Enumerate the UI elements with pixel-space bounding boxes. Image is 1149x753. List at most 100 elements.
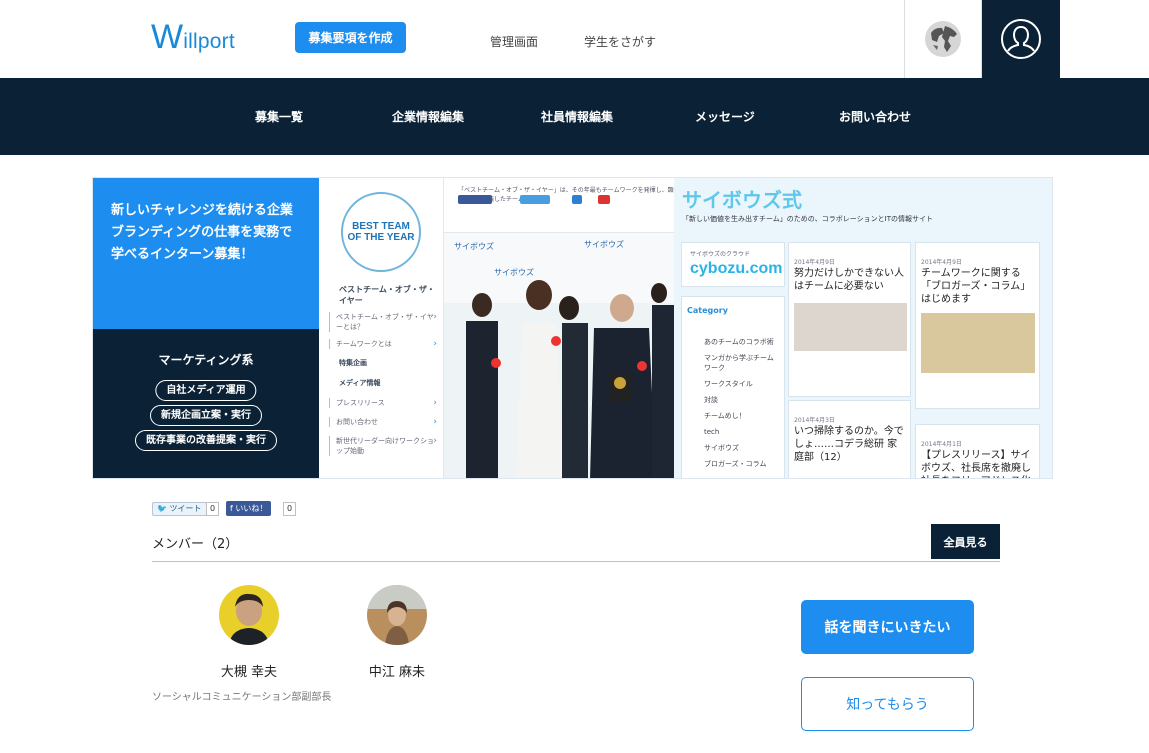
category-item: あのチームのコラボ術	[704, 338, 774, 346]
side-row: ベストチーム・オブ・ザ・イヤー	[323, 284, 439, 306]
avatar[interactable]	[219, 585, 279, 645]
side-row: ベストチーム・オブ・ザ・イヤーとは？ ›	[329, 312, 437, 332]
chevron-right-icon: ›	[433, 436, 437, 446]
nav-messages[interactable]: メッセージ	[695, 108, 755, 125]
banner-headline: 新しいチャレンジを続ける企業 ブランディングの仕事を実務で 学べるインターン募集…	[93, 178, 319, 329]
side-text: お問い合わせ	[336, 418, 378, 426]
category-item: チームめし！	[704, 412, 746, 420]
chevron-right-icon: ›	[433, 398, 437, 408]
category-item: サイボウズ	[704, 444, 739, 452]
svg-text:サイボウズ: サイボウズ	[584, 239, 624, 249]
article-card: 2014年4月9日 努力だけしかできない人はチームに必要ない	[788, 242, 911, 397]
member-photo	[367, 585, 427, 645]
tag-pill: 新規企画立案・実行	[150, 405, 262, 426]
view-all-members-button[interactable]: 全員見る	[931, 524, 1000, 559]
member-name[interactable]: 中江 麻未	[337, 661, 457, 680]
side-row: 新世代リーダー向けワークショップ始動 ›	[329, 436, 437, 456]
category-card: Category あのチームのコラボ術 マンガから学ぶチームワーク ワークスタイ…	[681, 296, 785, 478]
article-image	[921, 313, 1035, 373]
social-widget	[520, 195, 550, 204]
svg-text:サイボウズ: サイボウズ	[494, 267, 534, 277]
category-heading: Category	[687, 306, 728, 315]
tweet-label: ツイート	[169, 504, 202, 513]
nav-contact[interactable]: お問い合わせ	[839, 108, 911, 125]
chevron-right-icon: ›	[433, 417, 437, 427]
social-widget	[598, 195, 610, 204]
article-date: 2014年4月9日	[921, 259, 962, 266]
tweet-button[interactable]: 🐦 ツイート	[152, 502, 207, 516]
banner-screenshot-photo: 「ベストチーム・オブ・ザ・イヤー」は、その年最もチームワークを発揮し、顕著な業績…	[444, 178, 674, 478]
article-title: 努力だけしかできない人はチームに必要ない	[794, 268, 904, 292]
chevron-right-icon: ›	[433, 312, 437, 322]
nav-company-edit[interactable]: 企業情報編集	[392, 108, 464, 125]
like-count: 0	[283, 502, 297, 516]
cybozu-logo: cybozu.com	[690, 260, 783, 277]
best-team-badge: BEST TEAM OF THE YEAR	[341, 192, 421, 272]
article-image	[794, 303, 907, 351]
admin-link[interactable]: 管理画面	[490, 33, 538, 50]
social-widget	[458, 195, 492, 204]
article-date: 2014年4月1日	[921, 441, 962, 448]
nav-employee-edit[interactable]: 社員情報編集	[541, 108, 613, 125]
headline-line: 学べるインターン募集！	[111, 247, 254, 262]
facebook-icon: f	[230, 504, 233, 513]
get-known-button[interactable]: 知ってもらう	[801, 677, 974, 731]
nav-recruitment-list[interactable]: 募集一覧	[255, 108, 303, 125]
article-card: 2014年4月1日 【プレスリリース】サイボウズ、社長席を撤廃し社長をフリーアド…	[915, 424, 1040, 478]
members-title: メンバー（2）	[152, 537, 239, 552]
category-title: マーケティング系	[158, 353, 254, 367]
avatar[interactable]	[367, 585, 427, 645]
member-role: ソーシャルコミュニケーション部副部長	[152, 692, 332, 703]
side-text: 特集企画	[339, 359, 367, 367]
headline-line: ブランディングの仕事を実務で	[111, 225, 293, 240]
like-button[interactable]: f いいね！	[226, 501, 272, 516]
article-date: 2014年4月3日	[794, 417, 835, 424]
side-text: ベストチーム・オブ・ザ・イヤー	[339, 285, 435, 305]
side-text: チームワークとは	[336, 340, 392, 348]
user-icon	[1001, 19, 1041, 59]
article-date: 2014年4月9日	[794, 259, 835, 266]
language-button[interactable]	[904, 0, 982, 78]
side-text: プレスリリース	[336, 399, 385, 407]
tag-pill: 自社メディア運用	[155, 380, 257, 401]
category-item: ワークスタイル	[704, 380, 753, 388]
site-title: サイボウズ式	[682, 188, 802, 212]
site-subtitle: 「新しい価値を生み出すチーム」のための、コラボレーションとITの情報サイト	[682, 215, 933, 223]
article-title: 【プレスリリース】サイボウズ、社長席を撤廃し社長をフリーアドレス化	[921, 450, 1031, 478]
account-button[interactable]	[982, 0, 1060, 78]
recruitment-banner[interactable]: 新しいチャレンジを続ける企業 ブランディングの仕事を実務で 学べるインターン募集…	[92, 177, 1053, 479]
search-students-link[interactable]: 学生をさがす	[584, 33, 656, 50]
photo-caption-area: 「ベストチーム・オブ・ザ・イヤー」は、その年最もチームワークを発揮し、顕著な業績…	[444, 178, 674, 233]
award-photo: サイボウズ サイボウズ サイボウズ	[444, 233, 674, 478]
logo-text: illport	[183, 30, 235, 53]
side-text: 新世代リーダー向けワークショップ始動	[336, 437, 434, 455]
logo[interactable]: Willport	[151, 20, 235, 54]
like-label: いいね！	[235, 504, 268, 513]
article-title: いつ掃除するのか。今でしょ……コデラ総研 家庭部（12）	[794, 426, 904, 463]
main-nav: 募集一覧 企業情報編集 社員情報編集 メッセージ お問い合わせ	[0, 78, 1149, 155]
headline-line: 新しいチャレンジを続ける企業	[111, 203, 293, 218]
globe-icon	[925, 21, 961, 57]
member-name[interactable]: 大槻 幸夫	[189, 661, 309, 680]
article-card: 2014年4月3日 いつ掃除するのか。今でしょ……コデラ総研 家庭部（12）	[788, 400, 911, 478]
banner-screenshot-site: サイボウズ式 「新しい価値を生み出すチーム」のための、コラボレーションとITの情…	[674, 178, 1052, 478]
logo-initial: W	[151, 18, 184, 56]
side-row: 特集企画	[323, 358, 439, 368]
side-row: メディア情報	[323, 378, 439, 388]
side-text: ベストチーム・オブ・ザ・イヤーとは？	[336, 313, 434, 331]
member-photo	[219, 585, 279, 645]
article-card: 2014年4月9日 チームワークに関する「ブロガーズ・コラム」はじめます	[915, 242, 1040, 409]
badge-text: BEST TEAM	[352, 221, 410, 232]
side-row: チームワークとは ›	[329, 339, 437, 349]
create-recruitment-button[interactable]: 募集要項を作成	[295, 22, 406, 53]
chevron-right-icon: ›	[433, 339, 437, 349]
category-item: ブロガーズ・コラム	[704, 460, 767, 468]
social-widget	[572, 195, 582, 204]
want-to-visit-button[interactable]: 話を聞きにいきたい	[801, 600, 974, 654]
cybozu-label: サイボウズのクラウド	[690, 251, 751, 258]
category-item: マンガから学ぶチームワーク	[704, 354, 774, 372]
svg-text:サイボウズ: サイボウズ	[454, 241, 494, 251]
cybozu-card: サイボウズのクラウド cybozu.com	[681, 242, 785, 287]
side-row: プレスリリース ›	[329, 398, 437, 408]
twitter-icon: 🐦	[157, 504, 167, 513]
